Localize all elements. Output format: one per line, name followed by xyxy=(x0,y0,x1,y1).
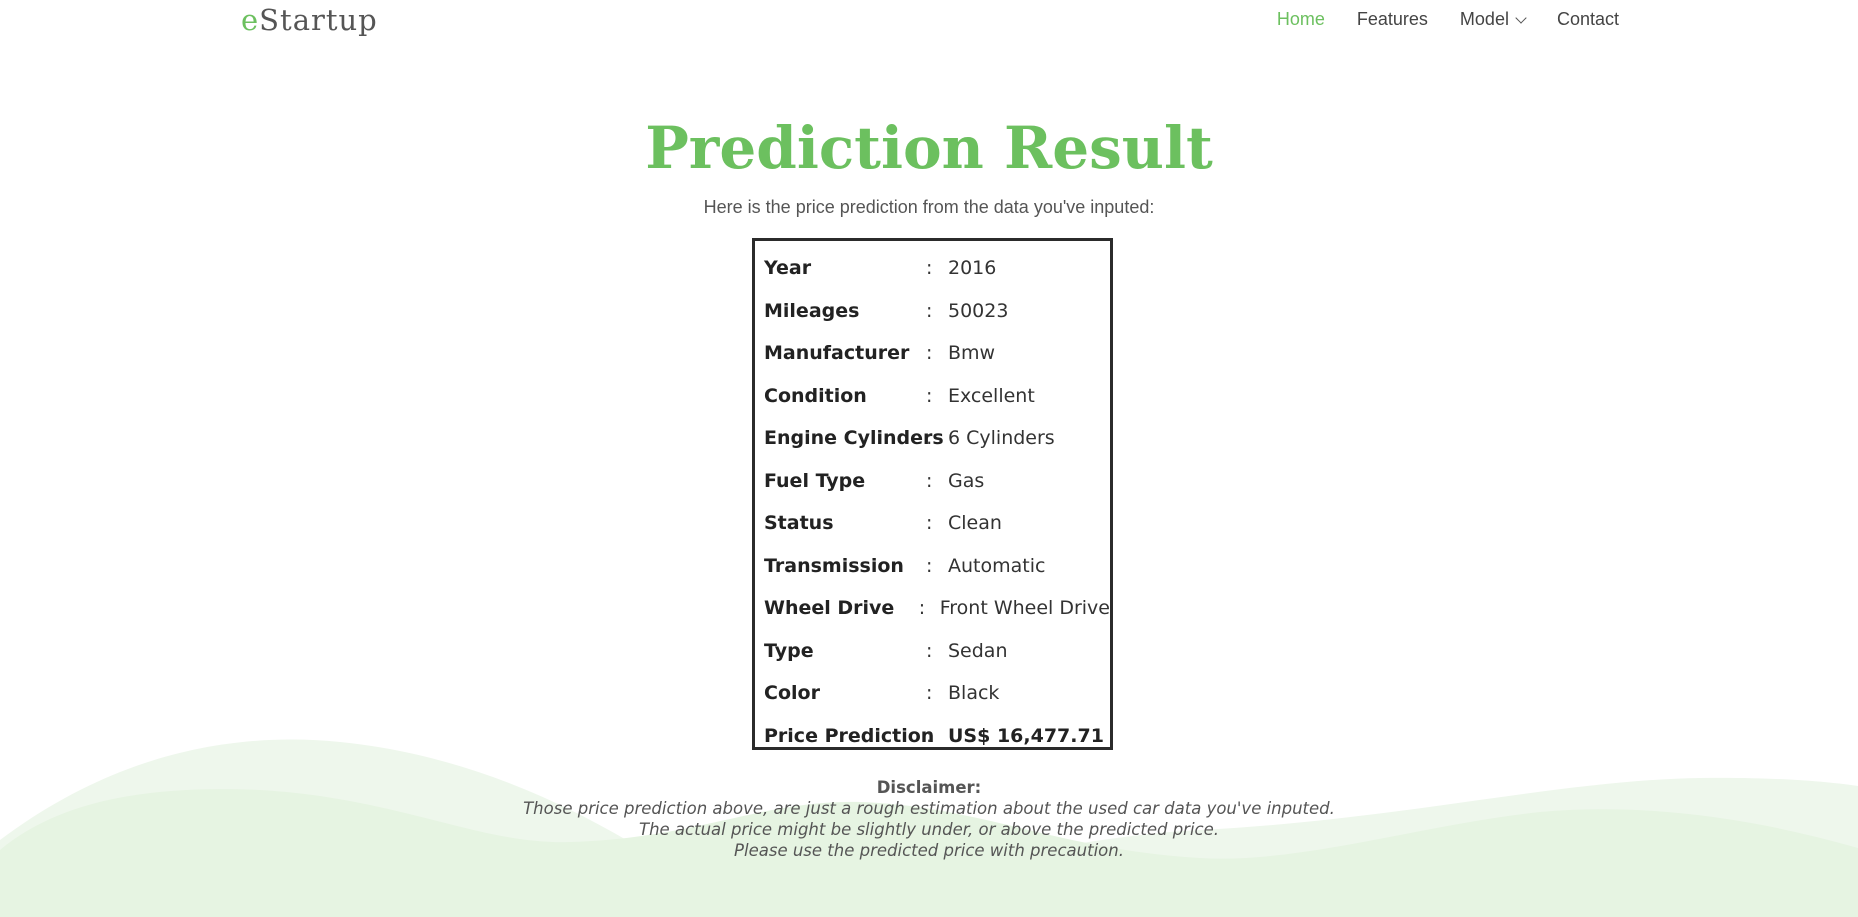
nav-features-label: Features xyxy=(1356,9,1428,29)
row-value: Automatic xyxy=(948,554,1046,577)
disclaimer-title: Disclaimer: xyxy=(876,778,982,797)
prediction-table: Year:2016 Mileages:50023 Manufacturer: Bm… xyxy=(752,238,1113,750)
row-value: 6 Cylinders xyxy=(948,427,1055,450)
row-separator: : xyxy=(926,554,933,577)
table-row: Mileages:50023 xyxy=(764,290,1110,333)
row-separator: : xyxy=(918,597,926,620)
logo-accent: e xyxy=(241,3,260,37)
page-title: Prediction Result xyxy=(645,114,1213,182)
table-row: Manufacturer: Bmw xyxy=(764,332,1110,375)
row-separator: : xyxy=(926,257,933,280)
nav-model-label: Model xyxy=(1459,9,1509,29)
row-value: 50023 xyxy=(948,299,1009,322)
chevron-down-icon xyxy=(1515,11,1527,24)
row-label: Wheel Drive xyxy=(764,597,895,620)
row-separator: : xyxy=(926,427,933,450)
row-separator: : xyxy=(926,469,933,492)
row-label: Color xyxy=(764,682,820,705)
row-separator: : xyxy=(926,724,933,747)
disclaimer: Disclaimer: Those price prediction above… xyxy=(0,777,1858,861)
logo[interactable]: eStartup xyxy=(241,0,378,40)
row-value: Black xyxy=(948,682,1000,705)
nav-contact-label: Contact xyxy=(1556,9,1619,29)
row-separator: : xyxy=(926,639,933,662)
row-label: Type xyxy=(764,639,814,662)
nav-model[interactable]: Model xyxy=(1459,9,1527,30)
row-value: Front Wheel Drive xyxy=(939,597,1110,620)
table-row: Color: Black xyxy=(764,672,1110,715)
row-label: Transmission xyxy=(764,554,904,577)
price-prediction-row: Price Prediction: US$ 16,477.71 xyxy=(764,715,1110,758)
nav-home[interactable]: Home xyxy=(1277,9,1325,30)
row-value: Bmw xyxy=(948,342,996,365)
row-label: Fuel Type xyxy=(764,469,866,492)
nav-contact[interactable]: Contact xyxy=(1557,9,1619,30)
table-row: Engine Cylinders:6 Cylinders xyxy=(764,417,1110,460)
row-label: Condition xyxy=(764,384,867,407)
row-separator: : xyxy=(926,342,933,365)
nav-features[interactable]: Features xyxy=(1357,9,1428,30)
page-subtitle: Here is the price prediction from the da… xyxy=(703,197,1155,217)
row-label: Year xyxy=(764,257,812,280)
price-prediction-value: US$ 16,477.71 xyxy=(948,724,1104,747)
nav-home-label: Home xyxy=(1276,9,1325,29)
row-label: Price Prediction xyxy=(764,724,935,747)
disclaimer-line: Please use the predicted price with prec… xyxy=(734,841,1124,860)
disclaimer-line: The actual price might be slightly under… xyxy=(639,820,1219,839)
disclaimer-line: Those price prediction above, are just a… xyxy=(523,799,1335,818)
table-row: Type: Sedan xyxy=(764,630,1110,673)
table-row: Fuel Type: Gas xyxy=(764,460,1110,503)
row-separator: : xyxy=(926,384,933,407)
row-label: Engine Cylinders xyxy=(764,427,944,450)
row-value: 2016 xyxy=(948,257,997,280)
row-label: Manufacturer xyxy=(764,342,910,365)
row-value: Excellent xyxy=(948,384,1035,407)
row-value: Gas xyxy=(948,469,985,492)
logo-text: Startup xyxy=(259,3,378,37)
table-row: Wheel Drive: Front Wheel Drive xyxy=(764,587,1110,630)
row-value: Clean xyxy=(948,512,1002,535)
table-row: Condition: Excellent xyxy=(764,375,1110,418)
table-row: Year:2016 xyxy=(764,247,1110,290)
table-row: Status: Clean xyxy=(764,502,1110,545)
row-separator: : xyxy=(926,682,933,705)
row-label: Mileages xyxy=(764,299,860,322)
row-separator: : xyxy=(926,299,933,322)
row-label: Status xyxy=(764,512,834,535)
main-nav: Home Features Model Contact xyxy=(1245,9,1619,30)
site-header: eStartup Home Features Model Contact xyxy=(0,0,1858,44)
row-separator: : xyxy=(926,512,933,535)
table-row: Transmission: Automatic xyxy=(764,545,1110,588)
row-value: Sedan xyxy=(948,639,1008,662)
